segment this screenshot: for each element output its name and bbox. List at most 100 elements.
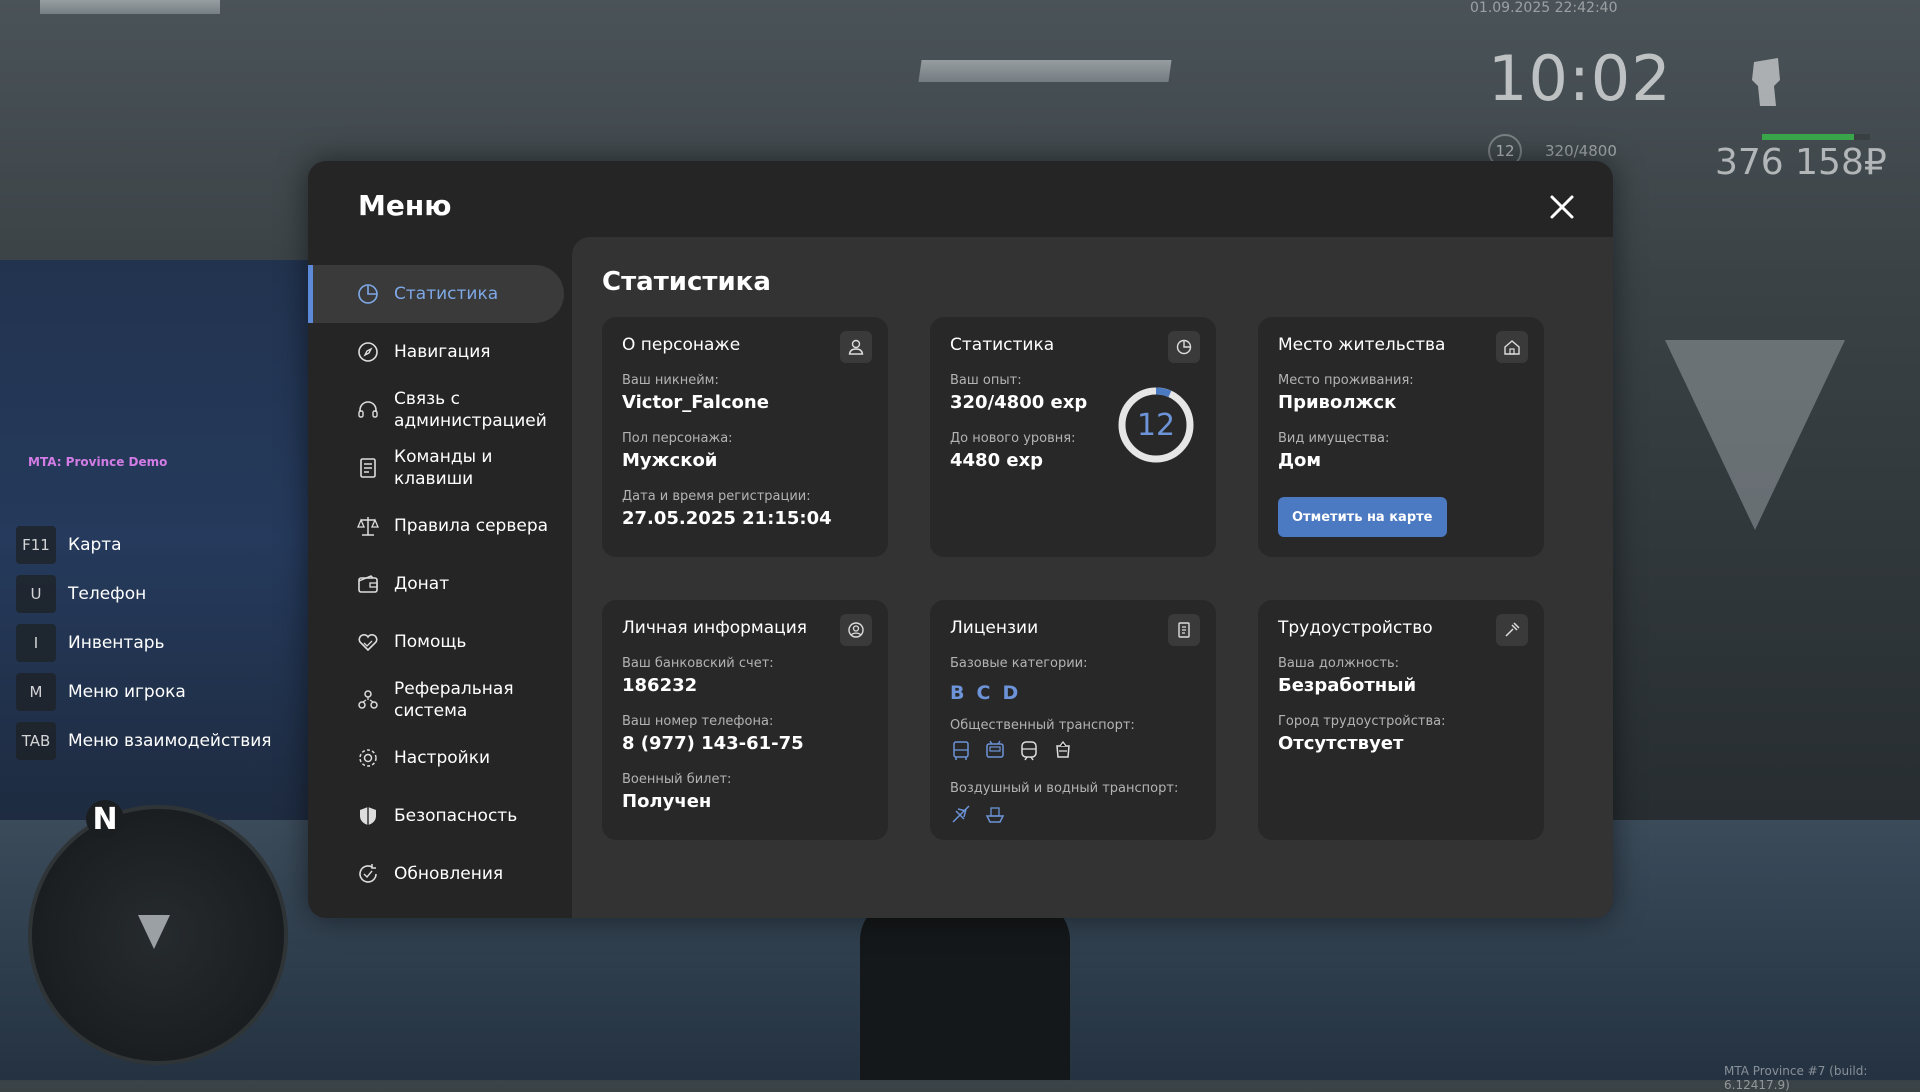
next-level-value: 4480 exp: [950, 450, 1044, 471]
hotkey-label: Меню игрока: [68, 681, 186, 702]
registration-label: Дата и время регистрации:: [622, 489, 811, 504]
stats-card: Статистика Ваш опыт: 320/4800 exp До нов…: [930, 317, 1216, 557]
headset-icon: [358, 401, 378, 418]
license-icon: [1168, 614, 1200, 646]
hotkey-key: F11: [16, 525, 56, 564]
card-title: Лицензии: [950, 618, 1039, 638]
tram-icon: [1056, 740, 1070, 758]
sidebar-item-help[interactable]: Помощь: [308, 613, 564, 671]
sidebar-item-label: Правила сервера: [394, 516, 549, 536]
sidebar-item-label: Команды и клавиши: [394, 447, 493, 489]
personal-info-card: Личная информация Ваш банковский счет: 1…: [602, 600, 888, 840]
hotkey-key: U: [16, 574, 56, 613]
compass-icon: [358, 342, 378, 362]
home-icon: [1496, 331, 1528, 363]
sidebar-item-label: Обновления: [394, 864, 504, 884]
scales-icon: [357, 517, 379, 536]
bus-icon: [953, 741, 969, 760]
phone-label: Ваш номер телефона:: [622, 714, 774, 729]
registration-value: 27.05.2025 21:15:04: [622, 508, 832, 529]
close-icon[interactable]: [1546, 191, 1578, 223]
card-title: Статистика: [950, 335, 1055, 355]
hotkey-key: M: [16, 672, 56, 711]
sidebar-item-navigation[interactable]: Навигация: [308, 323, 564, 381]
user-circle-icon: [840, 614, 872, 646]
sidebar-item-rules[interactable]: Правила сервера: [308, 497, 564, 555]
license-category: B: [950, 682, 967, 704]
sidebar: Статистика Навигация Связь с администрац…: [308, 265, 564, 903]
hotkey-label: Телефон: [68, 583, 147, 604]
position-label: Ваша должность:: [1278, 656, 1400, 671]
employment-card: Трудоустройство Ваша должность: Безработ…: [1258, 600, 1544, 840]
employment-city-label: Город трудоустройства:: [1278, 714, 1446, 729]
player-arrow-icon: [138, 915, 170, 949]
sidebar-item-security[interactable]: Безопасность: [308, 787, 564, 845]
sidebar-item-statistics[interactable]: Статистика: [308, 265, 564, 323]
health-bar: [1762, 134, 1870, 140]
license-categories: BCD: [950, 682, 1030, 704]
mark-on-map-button[interactable]: Отметить на карте: [1278, 497, 1447, 537]
employment-city-value: Отсутствует: [1278, 733, 1404, 754]
bank-account-label: Ваш банковский счет:: [622, 656, 774, 671]
sidebar-item-label: Помощь: [394, 632, 467, 652]
background-shape: [1665, 340, 1845, 530]
hud-money: 376 158₽: [1715, 142, 1887, 183]
people-icon: [358, 690, 378, 709]
license-category: C: [976, 682, 993, 704]
server-label: MTA: Province Demo: [28, 455, 168, 469]
hotkey-item: U Телефон: [16, 569, 272, 618]
hotkey-item: F11 Карта: [16, 520, 272, 569]
hammer-icon: [1496, 614, 1528, 646]
pie-chart-icon: [358, 284, 378, 304]
sidebar-item-label: Навигация: [394, 342, 491, 362]
user-icon: [840, 331, 872, 363]
health-bar-fill: [1762, 134, 1854, 140]
air-water-transport-label: Воздушный и водный транспорт:: [950, 781, 1179, 796]
hotkey-item: M Меню игрока: [16, 667, 272, 716]
character-card: О персонаже Ваш никнейм: Victor_Falcone …: [602, 317, 888, 557]
sidebar-item-updates[interactable]: Обновления: [308, 845, 564, 903]
document-icon: [360, 458, 376, 478]
base-categories-label: Базовые категории:: [950, 656, 1088, 671]
exp-value: 320/4800 exp: [950, 392, 1088, 413]
licenses-card: Лицензии Базовые категории: BCD Обществе…: [930, 600, 1216, 840]
sidebar-item-settings[interactable]: Настройки: [308, 729, 564, 787]
content-area: Статистика О персонаже Ваш никнейм: Vict…: [572, 237, 1613, 918]
sidebar-item-label: Статистика: [394, 284, 499, 304]
next-level-label: До нового уровня:: [950, 431, 1076, 446]
sidebar-item-donate[interactable]: Донат: [308, 555, 564, 613]
card-title: Личная информация: [622, 618, 808, 638]
hotkey-list: F11 Карта U Телефон I Инвентарь M Меню и…: [16, 520, 272, 765]
level-number: 12: [1136, 407, 1176, 443]
public-transport-label: Общественный транспорт:: [950, 718, 1135, 733]
card-title: Трудоустройство: [1278, 618, 1433, 638]
sidebar-item-admin-contact[interactable]: Связь с администрацией: [308, 381, 564, 439]
card-title: Место жительства: [1278, 335, 1446, 355]
bank-account-value: 186232: [622, 675, 698, 696]
hotkey-item: I Инвентарь: [16, 618, 272, 667]
exp-label: Ваш опыт:: [950, 373, 1022, 388]
gender-label: Пол персонажа:: [622, 431, 733, 446]
gear-icon: [359, 749, 377, 767]
residence-place-value: Приволжск: [1278, 392, 1397, 413]
sidebar-item-label: Связь с администрацией: [394, 389, 547, 431]
residence-card: Место жительства Место проживания: Приво…: [1258, 317, 1544, 557]
card-title: О персонаже: [622, 335, 741, 355]
sidebar-item-referral[interactable]: Реферальная система: [308, 671, 564, 729]
phone-value: 8 (977) 143-61-75: [622, 733, 804, 754]
position-value: Безработный: [1278, 675, 1417, 696]
pie-chart-icon: [1168, 331, 1200, 363]
menu-panel: Меню Статистика Навигация Связь с админи…: [308, 161, 1613, 918]
military-id-label: Военный билет:: [622, 772, 732, 787]
refresh-icon: [359, 864, 377, 883]
sidebar-item-commands[interactable]: Команды и клавиши: [308, 439, 564, 497]
shield-icon: [360, 807, 376, 825]
menu-title: Меню: [358, 189, 452, 222]
hud-clock: 10:02: [1488, 42, 1672, 115]
boat-icon: [985, 807, 1005, 823]
sidebar-item-label: Донат: [394, 574, 450, 594]
nickname-value: Victor_Falcone: [622, 392, 769, 413]
public-transport-icons: [950, 740, 1074, 762]
gender-value: Мужской: [622, 450, 718, 471]
hud-exp: 320/4800: [1545, 142, 1617, 160]
